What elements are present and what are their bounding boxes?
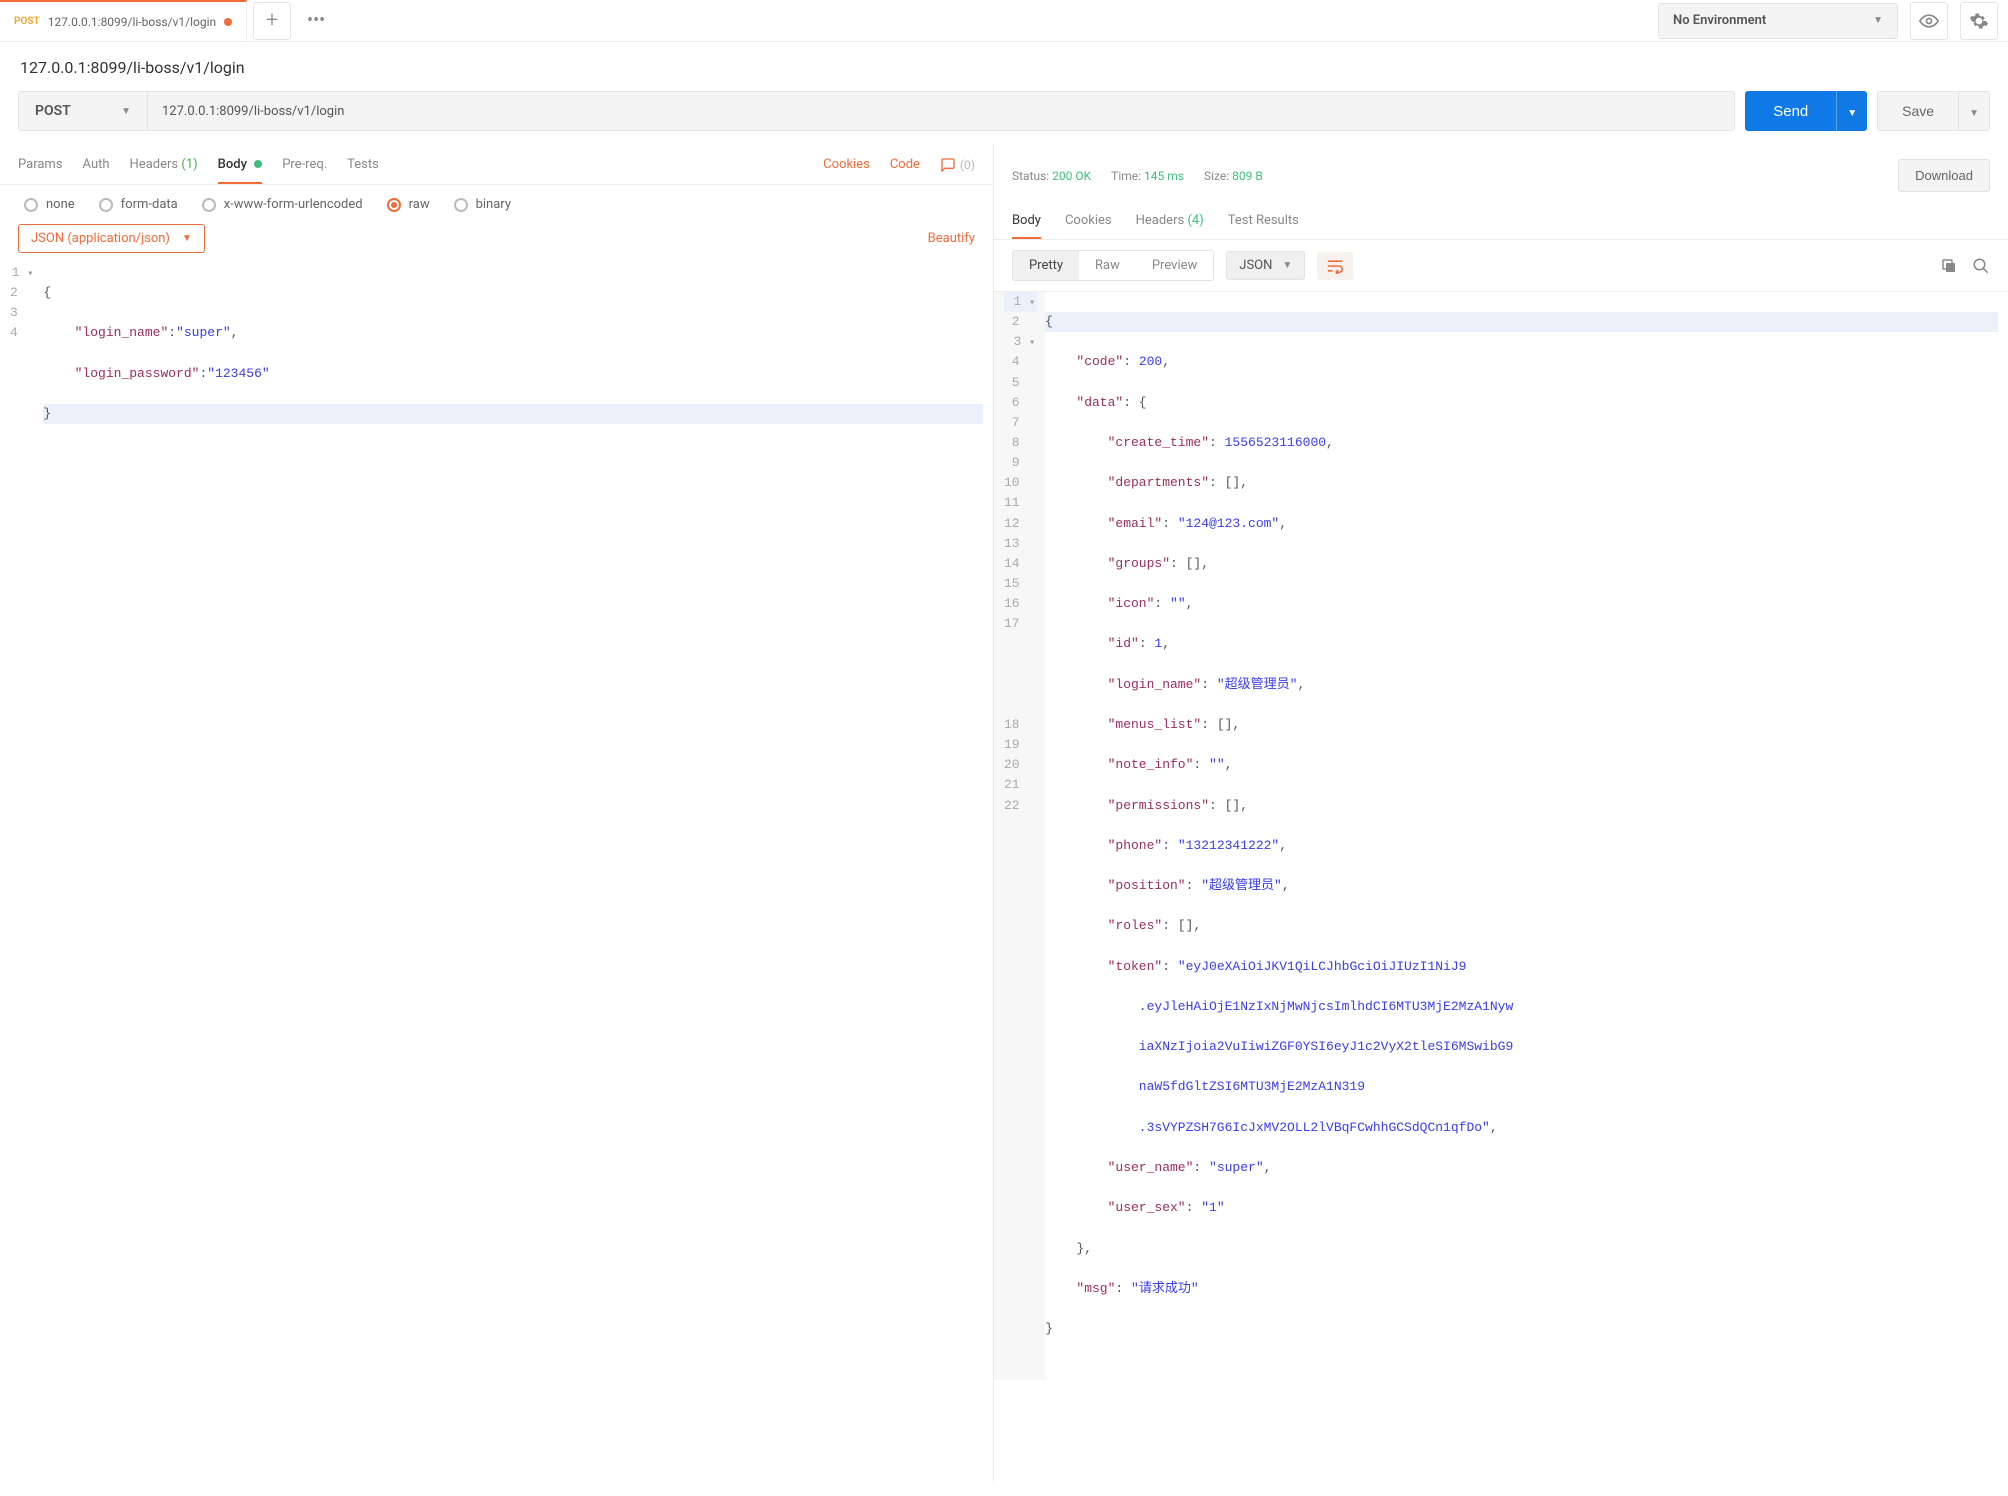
response-toolbar: Pretty Raw Preview JSON ▼ [994,240,2008,291]
chevron-down-icon: ▼ [1847,108,1857,119]
line-gutter: 1 ▾ 2 3 ▾ 4 5 6 7 8 9 10 11 12 13 14 15 … [994,292,1045,1380]
url-input[interactable]: 127.0.0.1:8099/li-boss/v1/login [148,91,1735,131]
request-bar: POST ▼ 127.0.0.1:8099/li-boss/v1/login S… [0,91,2008,145]
plus-icon: + [266,8,278,33]
tab-options-button[interactable]: ••• [297,2,335,40]
eye-icon [1919,11,1939,31]
send-dropdown[interactable]: ▼ [1836,91,1867,131]
content-type-dropdown[interactable]: JSON (application/json) ▼ [18,224,205,253]
radio-urlencoded[interactable]: x-www-form-urlencoded [202,197,363,212]
gear-icon [1969,11,1989,31]
resp-tab-tests[interactable]: Test Results [1228,204,1299,237]
view-pretty[interactable]: Pretty [1013,251,1079,280]
top-tab-bar: POST 127.0.0.1:8099/li-boss/v1/login + •… [0,0,2008,42]
view-preview[interactable]: Preview [1136,251,1213,280]
chevron-down-icon: ▼ [121,106,131,117]
line-gutter: 1 ▾ 2 3 4 [0,263,43,464]
resp-tab-headers[interactable]: Headers (4) [1136,204,1204,237]
response-body-viewer[interactable]: 1 ▾ 2 3 ▾ 4 5 6 7 8 9 10 11 12 13 14 15 … [994,291,2008,1380]
url-value: 127.0.0.1:8099/li-boss/v1/login [162,104,344,119]
save-button[interactable]: Save [1877,91,1959,131]
settings-button[interactable] [1960,2,1998,40]
chevron-down-icon: ▼ [182,233,192,244]
copy-button[interactable] [1940,257,1958,275]
headers-count: (1) [181,157,197,172]
tab-params[interactable]: Params [18,147,63,182]
request-tab[interactable]: POST 127.0.0.1:8099/li-boss/v1/login [0,0,247,41]
method-dropdown[interactable]: POST ▼ [18,91,148,131]
resp-tab-cookies[interactable]: Cookies [1065,204,1112,237]
dots-icon: ••• [307,10,325,31]
search-icon [1972,257,1990,275]
beautify-link[interactable]: Beautify [928,231,975,246]
environment-preview-button[interactable] [1910,2,1948,40]
save-dropdown[interactable]: ▼ [1959,91,1990,131]
request-tabs: Params Auth Headers (1) Body Pre-req. Te… [0,145,993,185]
tab-url: 127.0.0.1:8099/li-boss/v1/login [48,15,216,29]
tab-prerequest[interactable]: Pre-req. [282,147,327,182]
method-value: POST [35,103,71,119]
cookies-link[interactable]: Cookies [823,157,870,172]
resp-headers-count: (4) [1187,213,1203,228]
environment-dropdown[interactable]: No Environment ▼ [1658,3,1898,39]
radio-binary[interactable]: binary [454,197,511,212]
view-raw[interactable]: Raw [1079,251,1136,280]
view-mode-segment: Pretty Raw Preview [1012,250,1214,281]
search-button[interactable] [1972,257,1990,275]
radio-raw[interactable]: raw [387,197,430,212]
tab-headers[interactable]: Headers (1) [130,147,198,182]
method-badge: POST [14,16,40,27]
radio-none[interactable]: none [24,197,75,212]
copy-icon [1940,257,1958,275]
resp-tab-body[interactable]: Body [1012,204,1041,239]
response-time: 145 ms [1144,169,1184,183]
radio-form-data[interactable]: form-data [99,197,178,212]
new-tab-button[interactable]: + [253,2,291,40]
comments-link[interactable]: (0) [940,157,975,173]
response-tabs: Body Cookies Headers (4) Test Results [994,202,2008,240]
status-code: 200 OK [1052,169,1091,183]
download-button[interactable]: Download [1898,159,1990,192]
wrap-icon [1325,258,1345,274]
tab-auth[interactable]: Auth [83,147,110,182]
tab-tests[interactable]: Tests [347,147,379,182]
response-size: 809 B [1232,169,1263,183]
request-body-editor[interactable]: 1 ▾ 2 3 4 { "login_name":"super", "login… [0,263,993,464]
env-label: No Environment [1673,13,1766,28]
page-title: 127.0.0.1:8099/li-boss/v1/login [0,42,2008,91]
chevron-down-icon: ▼ [1873,15,1883,26]
chevron-down-icon: ▼ [1969,108,1979,119]
unsaved-dot-icon [224,18,232,26]
body-type-selector: none form-data x-www-form-urlencoded raw… [0,185,993,224]
send-button[interactable]: Send [1745,91,1836,131]
wrap-lines-button[interactable] [1317,252,1353,280]
comment-icon [940,157,956,173]
format-dropdown[interactable]: JSON ▼ [1226,251,1305,280]
code-link[interactable]: Code [890,157,920,172]
response-status-bar: Status: 200 OK Time: 145 ms Size: 809 B … [994,145,2008,202]
chevron-down-icon: ▼ [1282,260,1292,271]
body-indicator-icon [254,160,262,168]
tab-body[interactable]: Body [218,147,263,184]
